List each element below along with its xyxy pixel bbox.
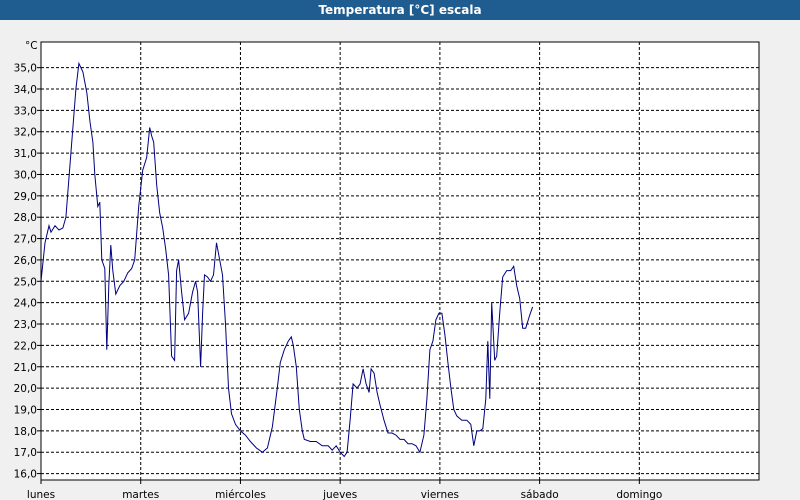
y-tick-label: 26,0 xyxy=(14,255,37,267)
x-tick-day-label: martes xyxy=(122,489,159,500)
x-tick-day-label: lunes xyxy=(27,489,55,500)
x-tick-day-label: sábado xyxy=(521,489,559,500)
y-tick-label: 30,0 xyxy=(14,169,37,181)
x-tick-day-label: domingo xyxy=(616,489,662,500)
y-axis-unit-label: °C xyxy=(25,40,38,52)
chart-window: Temperatura [°C] escala 16,0 17,0 18,0 19,0… xyxy=(0,0,800,500)
y-tick-label: 16,0 xyxy=(14,469,37,481)
x-tick-day-label: miércoles xyxy=(215,489,266,500)
y-tick-label: 22,0 xyxy=(14,340,37,352)
y-axis: 16,0 17,0 18,0 19,0 20,0 21,0 22,0 23,0 24,0 25,0… xyxy=(14,63,41,481)
y-tick-label: 32,0 xyxy=(14,127,37,139)
y-tick-label: 21,0 xyxy=(14,362,37,374)
x-tick-day-label: jueves xyxy=(322,489,357,500)
y-tick-label: 20,0 xyxy=(14,383,37,395)
y-tick-label: 35,0 xyxy=(14,63,37,75)
y-tick-label: 19,0 xyxy=(14,404,37,416)
chart-canvas[interactable]: 16,0 17,0 18,0 19,0 20,0 21,0 22,0 23,0 24,0 25,0… xyxy=(0,20,800,500)
y-tick-label: 17,0 xyxy=(14,447,37,459)
y-tick-label: 25,0 xyxy=(14,276,37,288)
y-tick-label: 23,0 xyxy=(14,319,37,331)
y-tick-label: 29,0 xyxy=(14,191,37,203)
x-tick-day-label: viernes xyxy=(421,489,459,500)
y-tick-label: 28,0 xyxy=(14,212,37,224)
y-tick-label: 27,0 xyxy=(14,234,37,246)
plot-area xyxy=(40,41,760,481)
y-tick-label: 31,0 xyxy=(14,148,37,160)
y-tick-label: 24,0 xyxy=(14,298,37,310)
y-tick-label: 34,0 xyxy=(14,84,37,96)
y-tick-label: 33,0 xyxy=(14,105,37,117)
window-title: Temperatura [°C] escala xyxy=(0,0,800,20)
x-axis: lunes11/08/25martes12/08/25miércoles13/0… xyxy=(27,480,662,500)
y-tick-label: 18,0 xyxy=(14,426,37,438)
